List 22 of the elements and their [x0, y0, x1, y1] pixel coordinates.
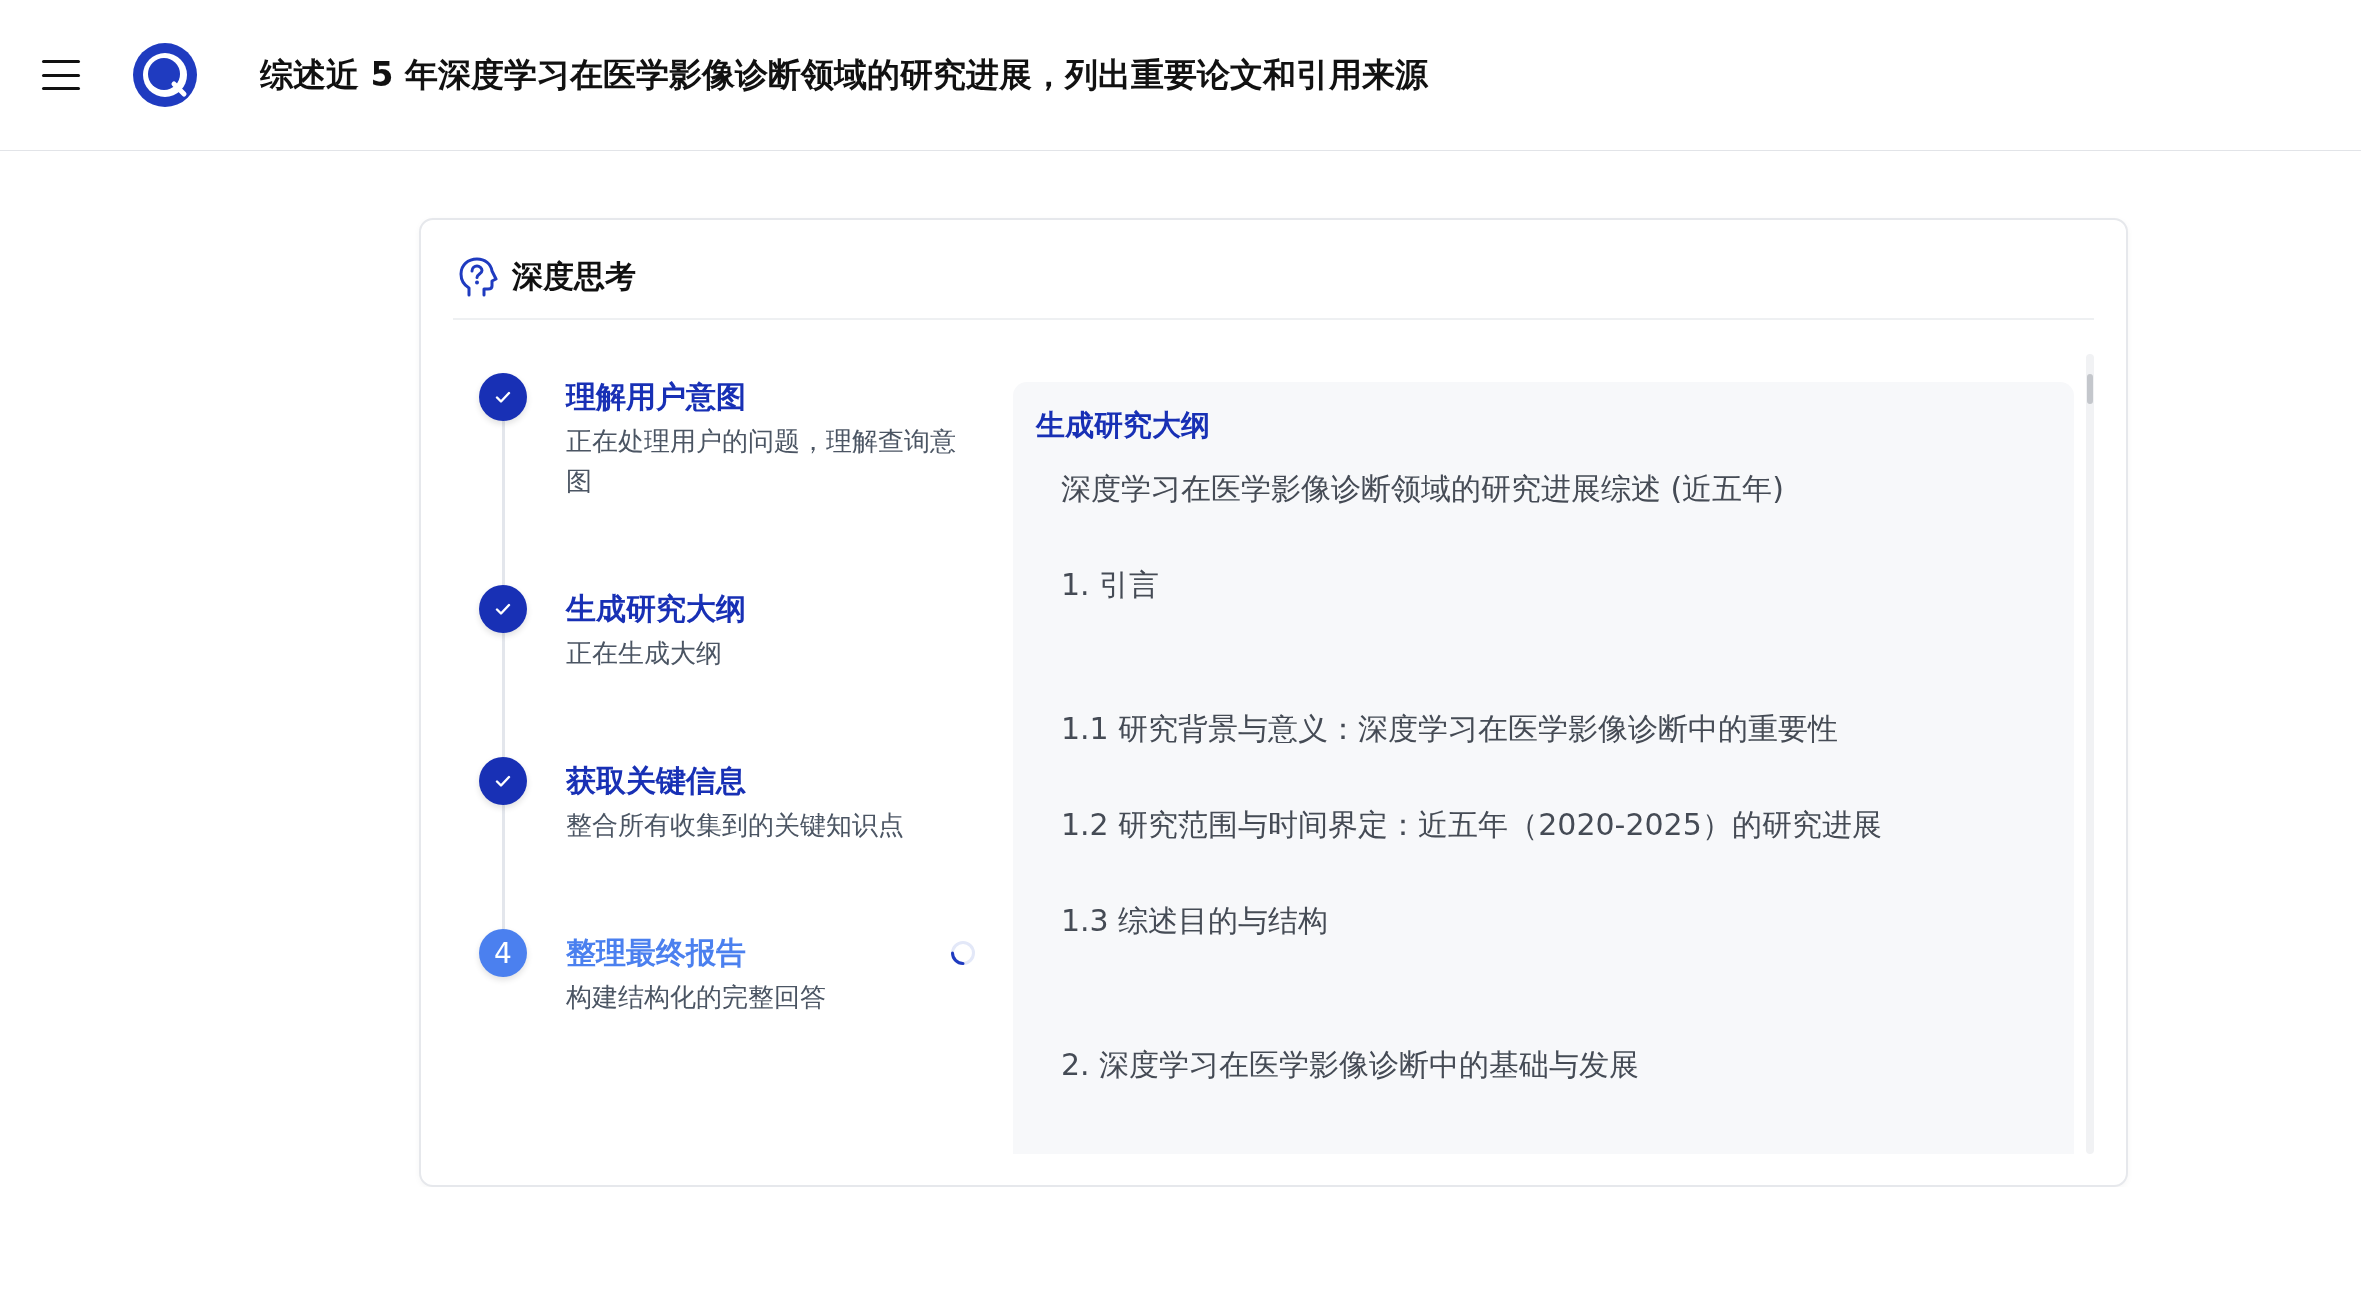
outline-item: 1.1 研究背景与意义：深度学习在医学影像诊断中的重要性	[1061, 710, 1840, 748]
step-description: 正在处理用户的问题，理解查询意图	[566, 425, 957, 498]
outline-section: 2. 深度学习在医学影像诊断中的基础与发展	[1061, 1041, 2051, 1089]
section-title: 深度思考	[512, 257, 636, 296]
outline-item: 1.3 综述目的与结构	[1061, 902, 1330, 940]
outline-item: 1.2 研究范围与时间界定：近五年（2020-2025）的研究进展	[1061, 806, 1883, 844]
step-description: 正在生成大纲	[566, 637, 723, 670]
scrollbar[interactable]	[2086, 354, 2094, 1154]
outline-title: 生成研究大纲	[1036, 407, 1211, 444]
step-indicator: 4	[479, 929, 527, 977]
logo-icon	[132, 42, 198, 108]
step-title: 获取关键信息	[566, 761, 746, 800]
step-description: 构建结构化的完整回答	[566, 981, 827, 1014]
outline-heading: 深度学习在医学影像诊断领域的研究进展综述 (近五年)	[1061, 470, 1785, 508]
menu-button[interactable]	[42, 60, 80, 90]
loading-spinner-icon	[950, 940, 976, 966]
outline-section: 1. 引言	[1061, 561, 2051, 609]
step-description: 整合所有收集到的关键知识点	[566, 809, 905, 842]
query-title: 综述近 5 年深度学习在医学影像诊断领域的研究进展，列出重要论文和引用来源	[260, 53, 1428, 96]
step-title: 整理最终报告	[566, 933, 746, 972]
step-title: 生成研究大纲	[566, 589, 746, 628]
step-title: 理解用户意图	[566, 377, 746, 416]
